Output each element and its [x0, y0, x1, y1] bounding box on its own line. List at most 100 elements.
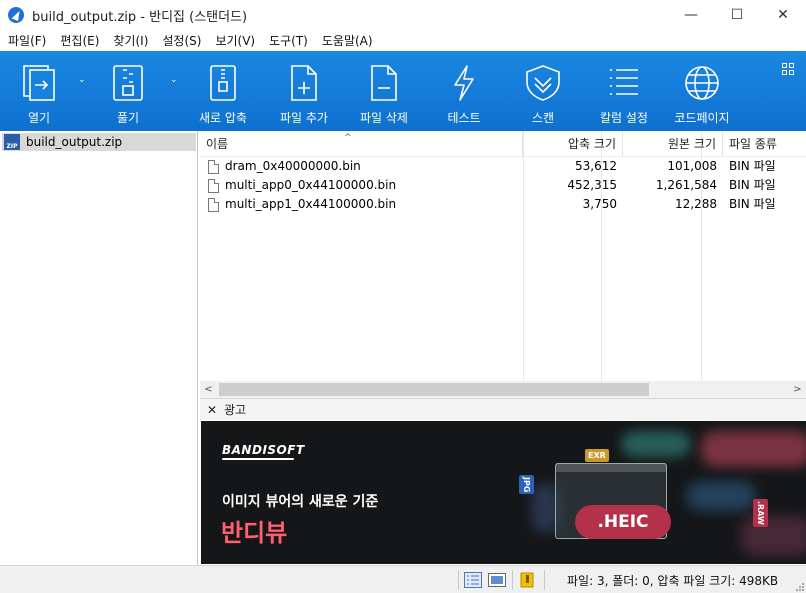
- details-view-icon[interactable]: [464, 572, 482, 588]
- extract-zipper-icon: [108, 63, 148, 103]
- file-compressed-size: 3,750: [582, 197, 617, 211]
- column-header-compressed[interactable]: 압축 크기: [523, 131, 623, 157]
- file-compressed-size: 452,315: [567, 178, 617, 192]
- menu-settings[interactable]: 설정(S): [154, 32, 207, 49]
- file-type: BIN 파일: [729, 159, 776, 173]
- zip-file-icon: ZIP: [4, 134, 20, 150]
- tree-item-archive-root[interactable]: ZIP build_output.zip: [2, 133, 196, 151]
- ad-preview-titlebar: [556, 464, 666, 472]
- ad-glow: [621, 431, 691, 457]
- horizontal-scrollbar[interactable]: < >: [200, 381, 806, 398]
- status-separator: [544, 570, 545, 590]
- test-button[interactable]: 테스트: [441, 51, 487, 131]
- bandizip-app-icon: [8, 7, 24, 23]
- window-title: build_output.zip - 반디집 (스탠더드): [32, 9, 248, 25]
- resize-grip-icon[interactable]: [794, 581, 804, 591]
- archive-info-icon[interactable]: [518, 572, 536, 588]
- delete-file-button[interactable]: 파일 삭제: [353, 51, 415, 131]
- ad-header: ✕ 광고: [200, 398, 806, 420]
- open-archive-icon: [19, 63, 59, 103]
- lightning-icon: [444, 63, 484, 103]
- scrollbar-thumb[interactable]: [219, 383, 649, 396]
- file-list: 이름 ^ 압축 크기 원본 크기 파일 종류 dram_0x40000000.b…: [200, 131, 806, 381]
- file-name: multi_app0_0x44100000.bin: [225, 178, 397, 192]
- file-name: dram_0x40000000.bin: [225, 159, 361, 173]
- file-name: multi_app1_0x44100000.bin: [225, 197, 397, 211]
- ad-glow: [686, 481, 756, 511]
- add-file-button[interactable]: 파일 추가: [273, 51, 335, 131]
- ad-heic-badge: .HEIC: [575, 505, 671, 539]
- layout-grid-icon[interactable]: [782, 63, 794, 75]
- delete-file-label: 파일 삭제: [360, 111, 408, 125]
- preview-pane-icon[interactable]: [488, 572, 506, 588]
- menu-edit[interactable]: 편집(E): [52, 32, 105, 49]
- column-header-type[interactable]: 파일 종류: [723, 131, 806, 157]
- ad-tagline: 이미지 뷰어의 새로운 기준: [222, 494, 379, 510]
- ad-glow: [741, 516, 806, 556]
- table-row[interactable]: multi_app1_0x44100000.bin 3,750 12,288 B…: [200, 195, 806, 214]
- bandisoft-logo-swoosh: [222, 458, 294, 460]
- codepage-button[interactable]: 코드페이지: [670, 51, 734, 131]
- codepage-label: 코드페이지: [674, 111, 730, 125]
- scroll-right-arrow[interactable]: >: [789, 381, 806, 398]
- new-archive-button[interactable]: 새로 압축: [192, 51, 254, 131]
- close-button[interactable]: ✕: [760, 0, 806, 30]
- extract-dropdown-caret[interactable]: ⌄: [170, 75, 178, 85]
- ad-banner[interactable]: BANDISOFT 이미지 뷰어의 새로운 기준 반디뷰 EXR JPG .RA…: [201, 421, 806, 564]
- status-summary: 파일: 3, 폴더: 0, 압축 파일 크기: 498KB: [567, 574, 779, 588]
- status-separator: [512, 570, 513, 590]
- menu-tools[interactable]: 도구(T): [261, 32, 314, 49]
- file-original-size: 101,008: [667, 159, 717, 173]
- menu-file[interactable]: 파일(F): [0, 32, 52, 49]
- menu-help[interactable]: 도움말(A): [314, 32, 379, 49]
- file-type: BIN 파일: [729, 197, 776, 211]
- ad-brand-name: 반디뷰: [221, 519, 288, 547]
- delete-file-icon: [364, 63, 404, 103]
- file-type: BIN 파일: [729, 178, 776, 192]
- open-label: 열기: [27, 111, 51, 125]
- column-header-name[interactable]: 이름 ^: [200, 131, 523, 157]
- minimize-button[interactable]: —: [668, 0, 714, 30]
- extract-button[interactable]: 풀기: [103, 51, 153, 131]
- maximize-button[interactable]: ☐: [714, 0, 760, 30]
- window-controls: — ☐ ✕: [668, 0, 806, 30]
- file-original-size: 1,261,584: [655, 178, 717, 192]
- folder-tree: ZIP build_output.zip: [0, 131, 198, 565]
- bin-file-icon: [208, 197, 219, 212]
- add-file-label: 파일 추가: [280, 111, 328, 125]
- status-bar: 파일: 3, 폴더: 0, 압축 파일 크기: 498KB: [0, 565, 806, 593]
- ad-close-icon[interactable]: ✕: [204, 403, 220, 417]
- sort-ascending-icon: ^: [344, 133, 352, 143]
- ad-format-tag-exr: EXR: [585, 449, 609, 462]
- scan-button[interactable]: 스캔: [520, 51, 566, 131]
- ad-label: 광고: [224, 403, 247, 417]
- new-archive-label: 새로 압축: [199, 111, 247, 125]
- globe-icon: [682, 63, 722, 103]
- scan-label: 스캔: [531, 111, 555, 125]
- column-settings-button[interactable]: 칼럼 설정: [593, 51, 655, 131]
- status-separator: [458, 570, 459, 590]
- file-compressed-size: 53,612: [575, 159, 617, 173]
- ad-format-tag-raw: .RAW: [753, 499, 768, 527]
- toolbar: 열기 ⌄ 풀기 ⌄ 새로 압축 파일 추가 파일 삭제 테스트 스캔 칼럼 설정…: [0, 51, 806, 131]
- bin-file-icon: [208, 159, 219, 174]
- scroll-left-arrow[interactable]: <: [200, 381, 217, 398]
- ad-glow: [701, 431, 806, 467]
- shield-icon: [523, 63, 563, 103]
- open-dropdown-caret[interactable]: ⌄: [78, 75, 86, 85]
- table-row[interactable]: multi_app0_0x44100000.bin 452,315 1,261,…: [200, 176, 806, 195]
- new-archive-icon: [203, 63, 243, 103]
- ad-format-tag-jpg: JPG: [519, 475, 534, 495]
- menu-find[interactable]: 찾기(I): [105, 32, 154, 49]
- column-header-original[interactable]: 원본 크기: [623, 131, 723, 157]
- add-file-icon: [284, 63, 324, 103]
- column-name-label: 이름: [206, 137, 229, 151]
- table-row[interactable]: dram_0x40000000.bin 53,612 101,008 BIN 파…: [200, 157, 806, 176]
- column-header-row: 이름 ^ 압축 크기 원본 크기 파일 종류: [200, 131, 806, 157]
- open-button[interactable]: 열기: [14, 51, 64, 131]
- menu-view[interactable]: 보기(V): [207, 32, 261, 49]
- tree-item-label: build_output.zip: [26, 135, 123, 149]
- bin-file-icon: [208, 178, 219, 193]
- file-original-size: 12,288: [675, 197, 717, 211]
- title-bar: build_output.zip - 반디집 (스탠더드) — ☐ ✕: [0, 0, 806, 30]
